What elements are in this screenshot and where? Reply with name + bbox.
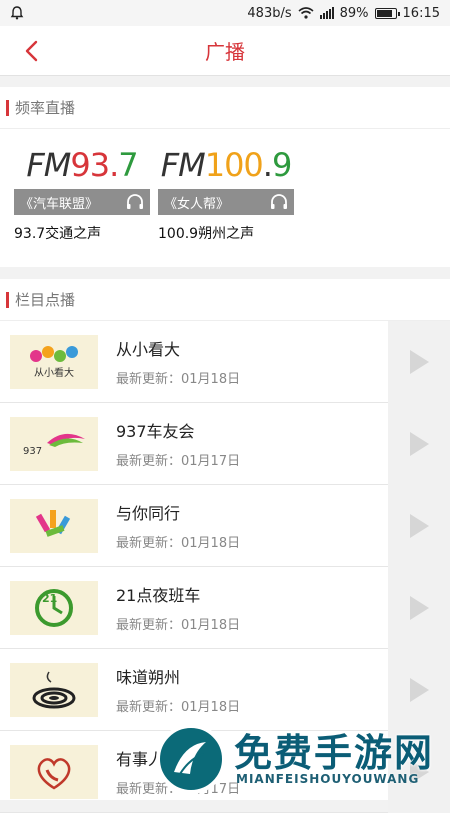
program-thumbnail <box>10 498 98 553</box>
program-title: 有事人帮 <box>116 750 181 769</box>
play-icon <box>410 514 429 538</box>
chevron-left-icon <box>25 40 38 62</box>
program-updated: 最新更新：01月17日 <box>116 454 241 469</box>
channel-label: 《女人帮》 <box>164 196 230 212</box>
clock: 16:15 <box>402 5 440 21</box>
program-title: 与你同行 <box>116 504 181 523</box>
signal-icon <box>319 7 334 19</box>
play-icon <box>410 596 429 620</box>
play-icon <box>410 678 429 702</box>
section-title: 频率直播 <box>15 99 76 117</box>
program-title: 21点夜班车 <box>116 586 201 605</box>
page-title: 广播 <box>205 40 245 64</box>
station-play-strip[interactable]: 《汽车联盟》 <box>14 189 150 215</box>
section-title: 栏目点播 <box>15 291 76 309</box>
network-speed: 483b/s <box>247 5 292 21</box>
notification-icon <box>10 6 24 20</box>
program-updated: 最新更新：01月17日 <box>116 782 241 797</box>
station-name: 100.9朔州之声 <box>158 226 255 242</box>
program-thumbnail: 从小看大 <box>10 334 98 389</box>
program-title: 味道朔州 <box>116 668 181 687</box>
station-card-93-7[interactable]: FM 93. 7 《汽车联盟》 93.7交通之声 <box>14 141 150 243</box>
play-button[interactable] <box>388 403 450 485</box>
station-card-100-9[interactable]: FM 100. 9 《女人帮》 100.9朔州之声 <box>158 141 294 243</box>
battery-percent: 89% <box>339 5 369 21</box>
program-item[interactable]: 味道朔州 最新更新：01月18日 <box>0 649 450 731</box>
app-header: 广播 <box>0 26 450 76</box>
play-icon <box>410 760 429 784</box>
program-thumbnail <box>10 662 98 717</box>
status-bar: 483b/s 89% 16:15 <box>0 0 450 26</box>
headphones-icon <box>271 194 287 209</box>
battery-icon <box>374 7 400 19</box>
program-thumbnail: 21 <box>10 580 98 635</box>
frequency-live-section: 频率直播 FM 93. 7 《汽车联盟》 93.7交通之声 FM 100. 9 《女人帮… <box>0 87 450 267</box>
program-item[interactable]: 21 21点夜班车 最新更新：01月18日 <box>0 567 450 649</box>
play-button[interactable] <box>388 649 450 731</box>
play-button[interactable] <box>388 567 450 649</box>
program-thumbnail: 937 <box>10 416 98 471</box>
station-name: 93.7交通之声 <box>14 226 102 242</box>
program-updated: 最新更新：01月18日 <box>116 372 241 387</box>
play-button[interactable] <box>388 321 450 403</box>
program-updated: 最新更新：01月18日 <box>116 618 241 633</box>
program-item[interactable]: 有事人帮 最新更新：01月17日 <box>0 731 450 813</box>
section-header: 频率直播 <box>0 87 450 129</box>
program-item[interactable]: 从小看大 从小看大 最新更新：01月18日 <box>0 321 450 403</box>
section-marker <box>6 99 9 116</box>
back-button[interactable] <box>18 38 44 64</box>
station-play-strip[interactable]: 《女人帮》 <box>158 189 294 215</box>
play-button[interactable] <box>388 731 450 813</box>
headphones-icon <box>127 194 143 209</box>
section-marker <box>6 291 9 308</box>
play-button[interactable] <box>388 485 450 567</box>
program-item[interactable]: 与你同行 最新更新：01月18日 <box>0 485 450 567</box>
program-thumbnail <box>10 744 98 799</box>
program-title: 937车友会 <box>116 422 195 441</box>
program-item[interactable]: 937 937车友会 最新更新：01月17日 <box>0 403 450 485</box>
svg-text:21: 21 <box>42 592 57 605</box>
svg-text:从小看大: 从小看大 <box>34 366 74 379</box>
channel-label: 《汽车联盟》 <box>20 196 99 212</box>
program-updated: 最新更新：01月18日 <box>116 536 241 551</box>
svg-text:937: 937 <box>23 446 42 457</box>
play-icon <box>410 432 429 456</box>
section-header: 栏目点播 <box>0 279 450 321</box>
station-logo: FM 93. 7 <box>26 146 138 184</box>
play-icon <box>410 350 429 374</box>
station-logo: FM 100. 9 <box>160 146 293 184</box>
wifi-icon <box>298 7 314 19</box>
program-on-demand-section: 栏目点播 从小看大 从小看大 最新更新：01月18日 937 937车友会 最新… <box>0 279 450 813</box>
program-title: 从小看大 <box>116 340 181 359</box>
program-updated: 最新更新：01月18日 <box>116 700 241 715</box>
